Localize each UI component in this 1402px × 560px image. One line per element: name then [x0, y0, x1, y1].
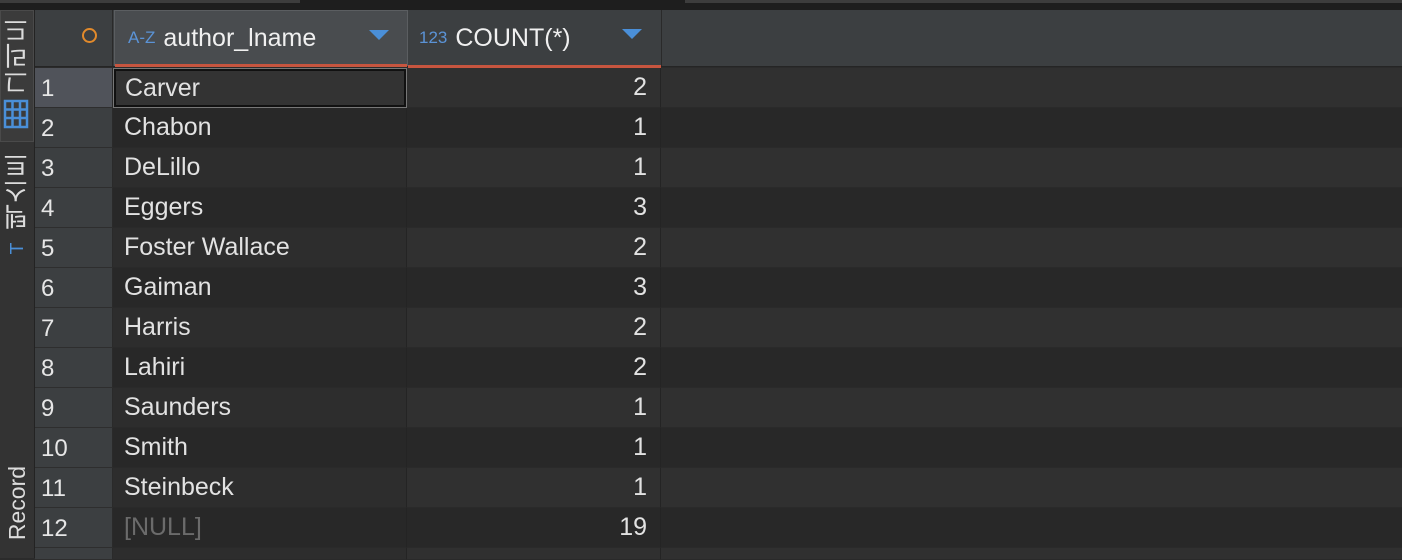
cell-count[interactable]: 1	[407, 428, 661, 468]
cell-author-lname[interactable]: [NULL]	[113, 508, 407, 548]
cell-author-lname[interactable]: Harris	[113, 308, 407, 348]
chevron-down-icon[interactable]	[369, 30, 389, 40]
row-number[interactable]: 9	[35, 388, 113, 428]
row-number	[35, 548, 113, 560]
table-row[interactable]: 3 DeLillo 1	[35, 148, 1402, 188]
column-name: author_lname	[163, 23, 317, 52]
tab-text-label: 텍스트	[2, 152, 32, 230]
table-row[interactable]: 7 Harris 2	[35, 308, 1402, 348]
cell-author-lname[interactable]: Gaiman	[113, 268, 407, 308]
table-row[interactable]: 9 Saunders 1	[35, 388, 1402, 428]
table-row[interactable]: 10 Smith 1	[35, 428, 1402, 468]
cell-count[interactable]: 1	[407, 148, 661, 188]
empty-cell	[661, 228, 1402, 268]
tab-strip-segment	[0, 0, 300, 3]
cell-count	[407, 548, 661, 560]
table-row-partial	[35, 548, 1402, 560]
table-row[interactable]: 8 Lahiri 2	[35, 348, 1402, 388]
text-type-icon: A-Z	[128, 28, 156, 47]
empty-cell	[661, 148, 1402, 188]
table-row[interactable]: 11 Steinbeck 1	[35, 468, 1402, 508]
empty-cell	[661, 268, 1402, 308]
number-type-icon: 123	[419, 28, 448, 47]
chevron-down-icon[interactable]	[622, 29, 642, 39]
select-all-corner[interactable]	[35, 10, 113, 66]
text-icon: T	[7, 242, 28, 255]
svg-text:T: T	[7, 242, 28, 255]
table-row[interactable]: 12 [NULL] 19	[35, 508, 1402, 548]
row-number[interactable]: 4	[35, 188, 113, 228]
table-row[interactable]: 5 Foster Wallace 2	[35, 228, 1402, 268]
row-number[interactable]: 3	[35, 148, 113, 188]
cell-author-lname[interactable]: Carver	[113, 68, 407, 108]
empty-cell	[661, 508, 1402, 548]
cell-count[interactable]: 1	[407, 388, 661, 428]
row-number[interactable]: 1	[35, 68, 113, 108]
row-number[interactable]: 8	[35, 348, 113, 388]
column-header-count[interactable]: 123 COUNT(*)	[408, 10, 662, 68]
table-row[interactable]: 2 Chabon 1	[35, 108, 1402, 148]
empty-cell	[661, 308, 1402, 348]
cell-author-lname[interactable]: DeLillo	[113, 148, 407, 188]
empty-cell	[661, 388, 1402, 428]
row-number[interactable]: 12	[35, 508, 113, 548]
row-number[interactable]: 6	[35, 268, 113, 308]
empty-cell	[661, 428, 1402, 468]
cell-count[interactable]: 3	[407, 268, 661, 308]
table-row[interactable]: 6 Gaiman 3	[35, 268, 1402, 308]
column-header-author-lname[interactable]: A-Z author_lname	[114, 10, 408, 67]
empty-cell	[661, 348, 1402, 388]
cell-author-lname[interactable]: Chabon	[113, 108, 407, 148]
column-underline	[115, 64, 407, 67]
tab-record-label: Record	[4, 466, 30, 541]
row-number[interactable]: 5	[35, 228, 113, 268]
results-grid: A-Z author_lname 123 COUNT(*) 1 Carver 2…	[35, 10, 1402, 560]
cell-count[interactable]: 3	[407, 188, 661, 228]
tab-record[interactable]: Record	[0, 460, 34, 558]
cell-author-lname	[113, 548, 407, 560]
cell-author-lname[interactable]: Foster Wallace	[113, 228, 407, 268]
table-row[interactable]: 4 Eggers 3	[35, 188, 1402, 228]
cell-count[interactable]: 19	[407, 508, 661, 548]
cell-author-lname[interactable]: Saunders	[113, 388, 407, 428]
cell-author-lname[interactable]: Lahiri	[113, 348, 407, 388]
row-number[interactable]: 2	[35, 108, 113, 148]
grid-icon	[3, 99, 29, 129]
circle-icon	[82, 28, 97, 43]
cell-count[interactable]: 2	[407, 308, 661, 348]
cell-count[interactable]: 2	[407, 228, 661, 268]
tab-grid[interactable]: 그리드	[0, 10, 34, 142]
column-header-row: A-Z author_lname 123 COUNT(*)	[35, 10, 1402, 68]
cell-count[interactable]: 2	[407, 68, 661, 108]
empty-cell	[661, 468, 1402, 508]
empty-cell	[661, 68, 1402, 108]
tab-text[interactable]: 텍스트 T	[0, 146, 34, 266]
view-mode-sidebar: 그리드 텍스트 T Record	[0, 10, 35, 558]
top-strip	[0, 0, 1402, 10]
cell-count[interactable]: 1	[407, 468, 661, 508]
row-number[interactable]: 7	[35, 308, 113, 348]
cell-count[interactable]: 2	[407, 348, 661, 388]
empty-cell	[661, 188, 1402, 228]
cell-author-lname[interactable]: Eggers	[113, 188, 407, 228]
tab-grid-label: 그리드	[2, 17, 32, 95]
cell-count[interactable]: 1	[407, 108, 661, 148]
row-number[interactable]: 10	[35, 428, 113, 468]
column-name: COUNT(*)	[455, 23, 571, 52]
cell-author-lname[interactable]: Steinbeck	[113, 468, 407, 508]
table-row[interactable]: 1 Carver 2	[35, 68, 1402, 108]
cell-author-lname[interactable]: Smith	[113, 428, 407, 468]
empty-cell	[661, 548, 1402, 560]
empty-cell	[661, 108, 1402, 148]
tab-strip-segment	[685, 0, 1402, 3]
row-number[interactable]: 11	[35, 468, 113, 508]
